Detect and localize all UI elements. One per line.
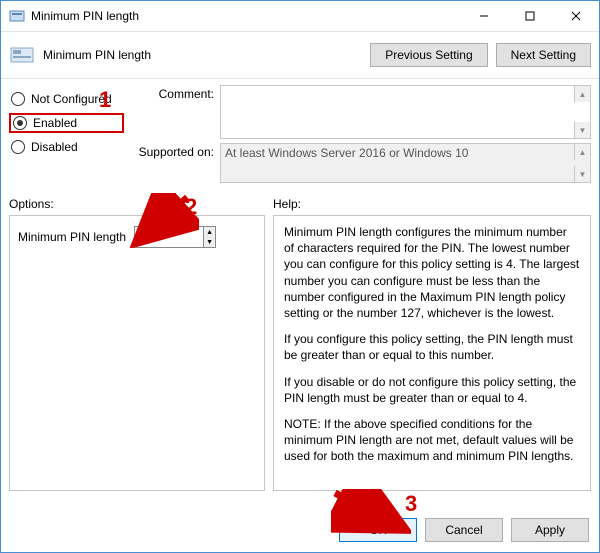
titlebar: Minimum PIN length	[1, 1, 599, 32]
radio-disabled[interactable]: Disabled	[9, 139, 124, 155]
supported-on-value-box: At least Windows Server 2016 or Windows …	[220, 143, 591, 183]
min-pin-length-spinner[interactable]: ▲ ▼	[134, 226, 216, 248]
ok-button[interactable]: OK	[339, 518, 417, 542]
radio-not-configured[interactable]: Not Configured	[9, 91, 124, 107]
scroll-down-icon: ▼	[574, 122, 590, 138]
radio-icon	[13, 116, 27, 130]
radio-icon	[11, 140, 25, 154]
scrollbar[interactable]: ▲▼	[574, 144, 590, 182]
policy-icon	[9, 44, 37, 66]
close-button[interactable]	[553, 1, 599, 31]
scroll-up-icon: ▲	[574, 86, 590, 102]
help-paragraph: If you configure this policy setting, th…	[284, 331, 580, 363]
footer-buttons: OK Cancel Apply	[331, 518, 589, 542]
annotation-number: 3	[405, 491, 417, 516]
state-radio-group: Not Configured Enabled Disabled	[9, 85, 124, 187]
options-column: Options: Minimum PIN length ▲ ▼	[9, 191, 265, 491]
radio-icon	[11, 92, 25, 106]
cancel-button[interactable]: Cancel	[425, 518, 503, 542]
options-label: Options:	[9, 197, 265, 211]
help-paragraph: Minimum PIN length configures the minimu…	[284, 224, 580, 321]
help-panel: Minimum PIN length configures the minimu…	[273, 215, 591, 491]
header-row: Minimum PIN length Previous Setting Next…	[1, 32, 599, 79]
option-label: Minimum PIN length	[18, 230, 126, 244]
scroll-up-icon: ▲	[574, 144, 590, 160]
help-paragraph: If you disable or do not configure this …	[284, 374, 580, 406]
app-icon	[9, 8, 25, 24]
apply-button[interactable]: Apply	[511, 518, 589, 542]
help-column: Help: Minimum PIN length configures the …	[273, 191, 591, 491]
lower-area: Options: Minimum PIN length ▲ ▼ Help:	[1, 191, 599, 491]
help-paragraph: NOTE: If the above specified conditions …	[284, 416, 580, 465]
option-row-min-pin: Minimum PIN length ▲ ▼	[18, 226, 256, 248]
spinner-down-icon[interactable]: ▼	[204, 237, 215, 247]
previous-setting-button[interactable]: Previous Setting	[370, 43, 487, 67]
comment-textarea[interactable]: ▲▼	[220, 85, 591, 139]
radio-label: Disabled	[31, 140, 78, 154]
config-area: Not Configured Enabled Disabled Comment:…	[1, 79, 599, 191]
scrollbar[interactable]: ▲▼	[574, 86, 590, 138]
window-frame: Minimum PIN length Minimum PIN length Pr…	[0, 0, 600, 553]
scroll-down-icon: ▼	[574, 166, 590, 182]
radio-enabled[interactable]: Enabled	[9, 113, 124, 133]
supported-on-label: Supported on:	[124, 143, 220, 183]
next-setting-button[interactable]: Next Setting	[496, 43, 591, 67]
help-label: Help:	[273, 197, 591, 211]
radio-label: Not Configured	[31, 92, 112, 106]
minimize-button[interactable]	[461, 1, 507, 31]
annotation-3: 3	[405, 491, 417, 517]
policy-name-header: Minimum PIN length	[43, 48, 151, 62]
comment-label: Comment:	[124, 85, 220, 139]
min-pin-length-input[interactable]	[135, 227, 203, 247]
spinner-up-icon[interactable]: ▲	[204, 227, 215, 237]
window-title: Minimum PIN length	[31, 9, 139, 23]
radio-label: Enabled	[33, 116, 77, 130]
maximize-button[interactable]	[507, 1, 553, 31]
supported-on-value: At least Windows Server 2016 or Windows …	[225, 146, 468, 160]
config-right: Comment: ▲▼ Supported on: At least Windo…	[124, 85, 591, 187]
options-panel: Minimum PIN length ▲ ▼	[9, 215, 265, 491]
